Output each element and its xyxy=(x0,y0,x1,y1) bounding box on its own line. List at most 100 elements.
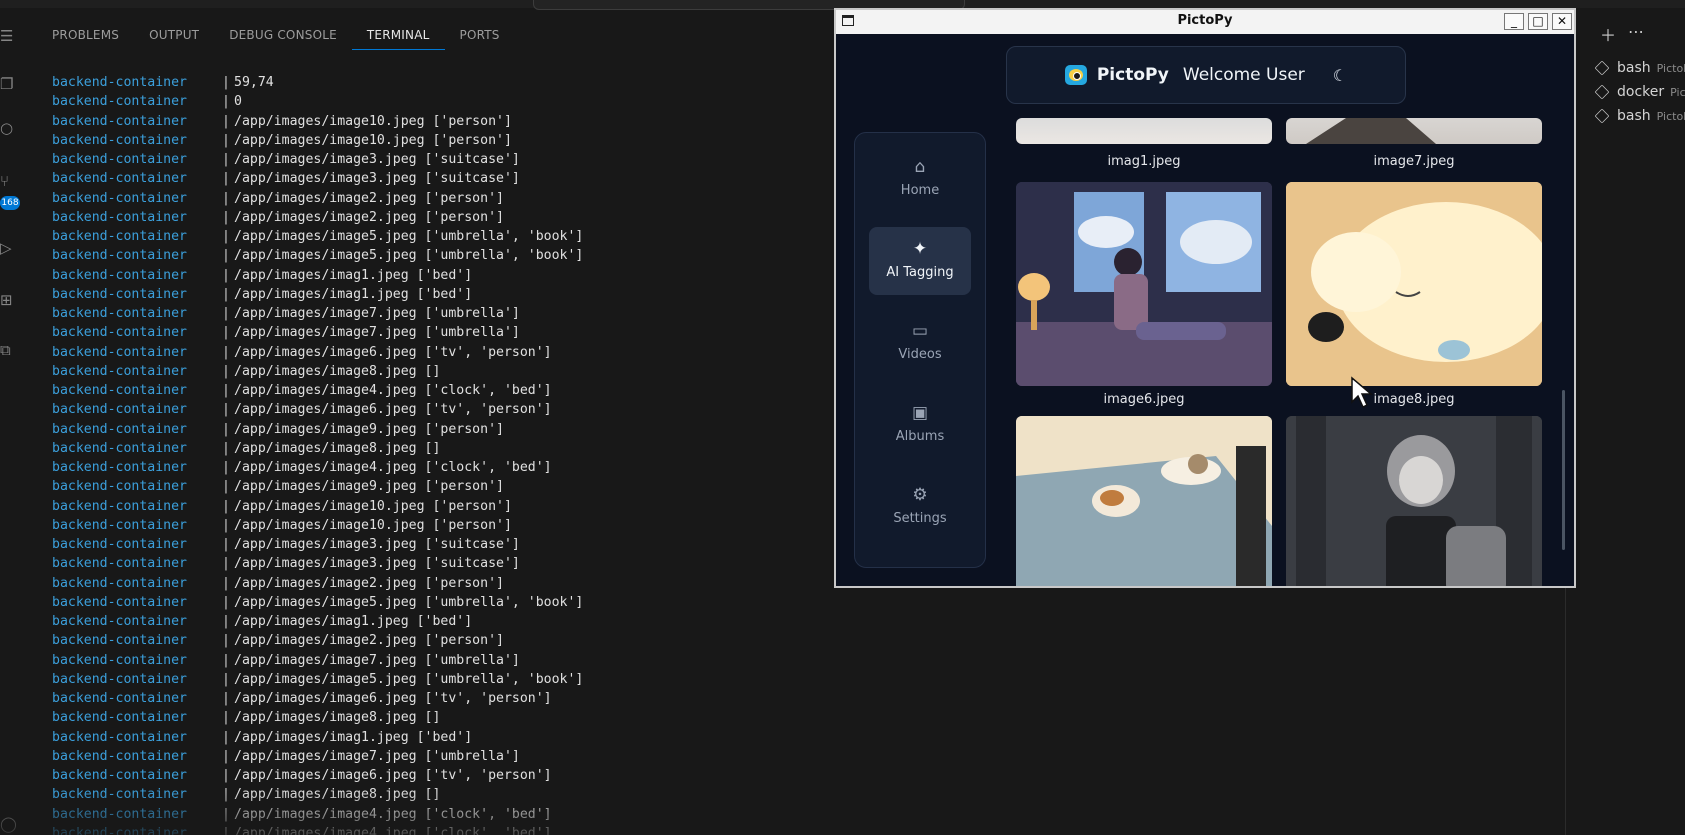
terminal-line: backend-container |/app/images/image6.jpe… xyxy=(52,766,852,785)
source-control-badge: 168 xyxy=(0,196,20,210)
gallery-image-portrait[interactable] xyxy=(1286,416,1542,586)
close-button[interactable]: ✕ xyxy=(1552,13,1572,30)
terminal-list-item[interactable]: bash PictoP xyxy=(1594,56,1685,80)
terminal-line: backend-container |/app/images/image7.jpe… xyxy=(52,304,852,323)
container-name: backend-container xyxy=(52,479,187,495)
nav-item-albums[interactable]: ▣ Albums xyxy=(869,391,971,459)
container-name: backend-container xyxy=(52,363,187,379)
terminal-icon xyxy=(1594,60,1610,76)
tab-debug-console[interactable]: DEBUG CONSOLE xyxy=(214,20,352,50)
extensions-icon[interactable]: ⊞ xyxy=(0,292,16,308)
line-separator: | xyxy=(222,556,230,572)
line-separator: | xyxy=(222,383,230,398)
image8-thumbnail xyxy=(1286,182,1542,386)
terminal-line: backend-container |/app/images/imag1.jpeg… xyxy=(52,266,852,285)
terminal-line: backend-container | /app/images/image4.jpe… xyxy=(52,458,852,477)
menu-icon[interactable]: ☰ xyxy=(0,28,16,44)
container-name: backend-container xyxy=(52,498,187,514)
terminal-list: bash PictoP docker Pict bash PictoP xyxy=(1594,56,1685,128)
log-text: /app/images/image6.jpeg ['tv', 'person'] xyxy=(234,691,552,706)
terminal-list-sub: PictoP xyxy=(1656,109,1685,123)
line-separator: | xyxy=(222,652,230,668)
terminal-line: backend-container |/app/images/image10.jp… xyxy=(52,497,852,516)
log-text: /app/images/image3.jpeg ['suitcase'] xyxy=(234,171,520,187)
gallery-image-imag1[interactable] xyxy=(1016,118,1272,144)
terminal-list-item[interactable]: docker Pict xyxy=(1594,80,1685,104)
terminal-line: backend-container |/app/images/image8.jpe… xyxy=(52,362,852,381)
terminal-line: backend-container |/app/images/image6.jpe… xyxy=(52,400,852,419)
line-separator: | xyxy=(222,614,230,629)
image-caption: imag1.jpeg xyxy=(1107,154,1181,169)
line-separator: | xyxy=(222,344,230,360)
gallery-image-image8[interactable] xyxy=(1286,182,1542,386)
container-name: backend-container xyxy=(52,152,187,167)
terminal-output[interactable]: backend-container | 59,74 backend-container… xyxy=(52,73,852,835)
line-separator: | xyxy=(222,633,230,649)
terminal-line: backend-container |/app/images/image7.jpe… xyxy=(52,651,852,670)
app-header: PictoPy Welcome User ☾ xyxy=(1006,46,1406,104)
terminal-line: backend-container |/app/images/image5.jpe… xyxy=(52,670,852,689)
panel-tabs: PROBLEMS OUTPUT DEBUG CONSOLE TERMINAL P… xyxy=(22,20,515,50)
gallery-image-bed[interactable] xyxy=(1016,416,1272,586)
line-separator: | xyxy=(222,306,230,321)
maximize-button[interactable]: □ xyxy=(1528,13,1548,30)
container-name: backend-container xyxy=(52,190,187,206)
container-name: backend-container xyxy=(52,556,187,572)
run-debug-icon[interactable]: ▷ xyxy=(0,240,16,256)
window-titlebar[interactable]: PictoPy _ □ ✕ xyxy=(836,10,1574,34)
add-terminal-icon[interactable]: ＋ xyxy=(1600,22,1616,46)
line-separator: | xyxy=(222,209,230,225)
minimize-button[interactable]: _ xyxy=(1504,13,1524,30)
remote-explorer-icon[interactable]: ⧉ xyxy=(0,342,16,358)
nav-label: Home xyxy=(900,183,940,198)
log-text: /app/images/image5.jpeg ['umbrella', 'bo… xyxy=(234,594,584,610)
nav-item-home[interactable]: ⌂ Home xyxy=(869,145,971,213)
terminal-line: backend-container |/app/images/image10.jp… xyxy=(52,516,852,535)
tab-problems[interactable]: PROBLEMS xyxy=(22,20,134,50)
log-text: /app/images/image9.jpeg ['person'] xyxy=(234,421,504,437)
terminal-list-label: docker xyxy=(1617,84,1665,100)
terminal-line: backend-container |/app/images/image2.jpe… xyxy=(52,208,852,227)
brand-name: PictoPy xyxy=(1096,65,1169,85)
container-name: backend-container xyxy=(52,402,187,418)
line-separator: | xyxy=(222,517,230,533)
terminal-line: backend-container |/app/images/imag1.jpeg… xyxy=(52,285,852,304)
container-name: backend-container xyxy=(52,594,187,610)
terminal-list-item[interactable]: bash PictoP xyxy=(1594,104,1685,128)
theme-toggle-moon-icon[interactable]: ☾ xyxy=(1333,66,1347,85)
nav-item-ai-tagging[interactable]: ✦ AI Tagging xyxy=(869,227,971,295)
terminal-fade xyxy=(0,790,860,835)
terminal-line: backend-container |/app/images/image5.jpe… xyxy=(52,246,852,265)
source-control-icon[interactable]: ⑂ xyxy=(0,173,16,189)
container-name: backend-container xyxy=(52,344,187,360)
container-name: backend-container xyxy=(52,517,187,533)
tab-ports[interactable]: PORTS xyxy=(445,20,515,50)
log-text: /app/images/image10.jpeg ['person'] xyxy=(234,498,512,514)
terminal-icon xyxy=(1594,84,1610,100)
more-actions-icon[interactable]: ⋯ xyxy=(1628,22,1644,46)
line-separator: | xyxy=(222,729,230,745)
nav-item-videos[interactable]: ▭ Videos xyxy=(869,309,971,377)
gallery-image-image7[interactable] xyxy=(1286,118,1542,144)
line-separator: | xyxy=(222,248,230,264)
tab-terminal[interactable]: TERMINAL xyxy=(351,20,445,50)
explorer-icon[interactable]: ❐ xyxy=(0,76,16,92)
albums-icon: ▣ xyxy=(911,403,929,423)
nav-item-settings[interactable]: ⚙ Settings xyxy=(869,473,971,541)
gallery-image-image6[interactable] xyxy=(1016,182,1272,386)
portrait-thumbnail xyxy=(1286,416,1542,586)
line-separator: | xyxy=(222,75,230,90)
terminal-list-label: bash xyxy=(1617,60,1651,76)
container-name: backend-container xyxy=(52,575,187,591)
video-icon: ▭ xyxy=(911,321,929,341)
side-navigation: ⌂ Home ✦ AI Tagging ▭ Videos ▣ Albums ⚙ … xyxy=(854,132,986,568)
gallery-scrollbar[interactable] xyxy=(1562,390,1565,550)
terminal-list-sub: PictoP xyxy=(1656,61,1685,75)
tab-output[interactable]: OUTPUT xyxy=(134,20,214,50)
search-icon[interactable]: ○ xyxy=(0,120,16,136)
container-name: backend-container xyxy=(52,113,187,129)
container-name: backend-container xyxy=(52,768,187,783)
terminal-list-sub: Pict xyxy=(1670,85,1685,99)
terminal-list-label: bash xyxy=(1617,108,1651,124)
terminal-line: backend-container |/app/images/image7.jpe… xyxy=(52,747,852,766)
